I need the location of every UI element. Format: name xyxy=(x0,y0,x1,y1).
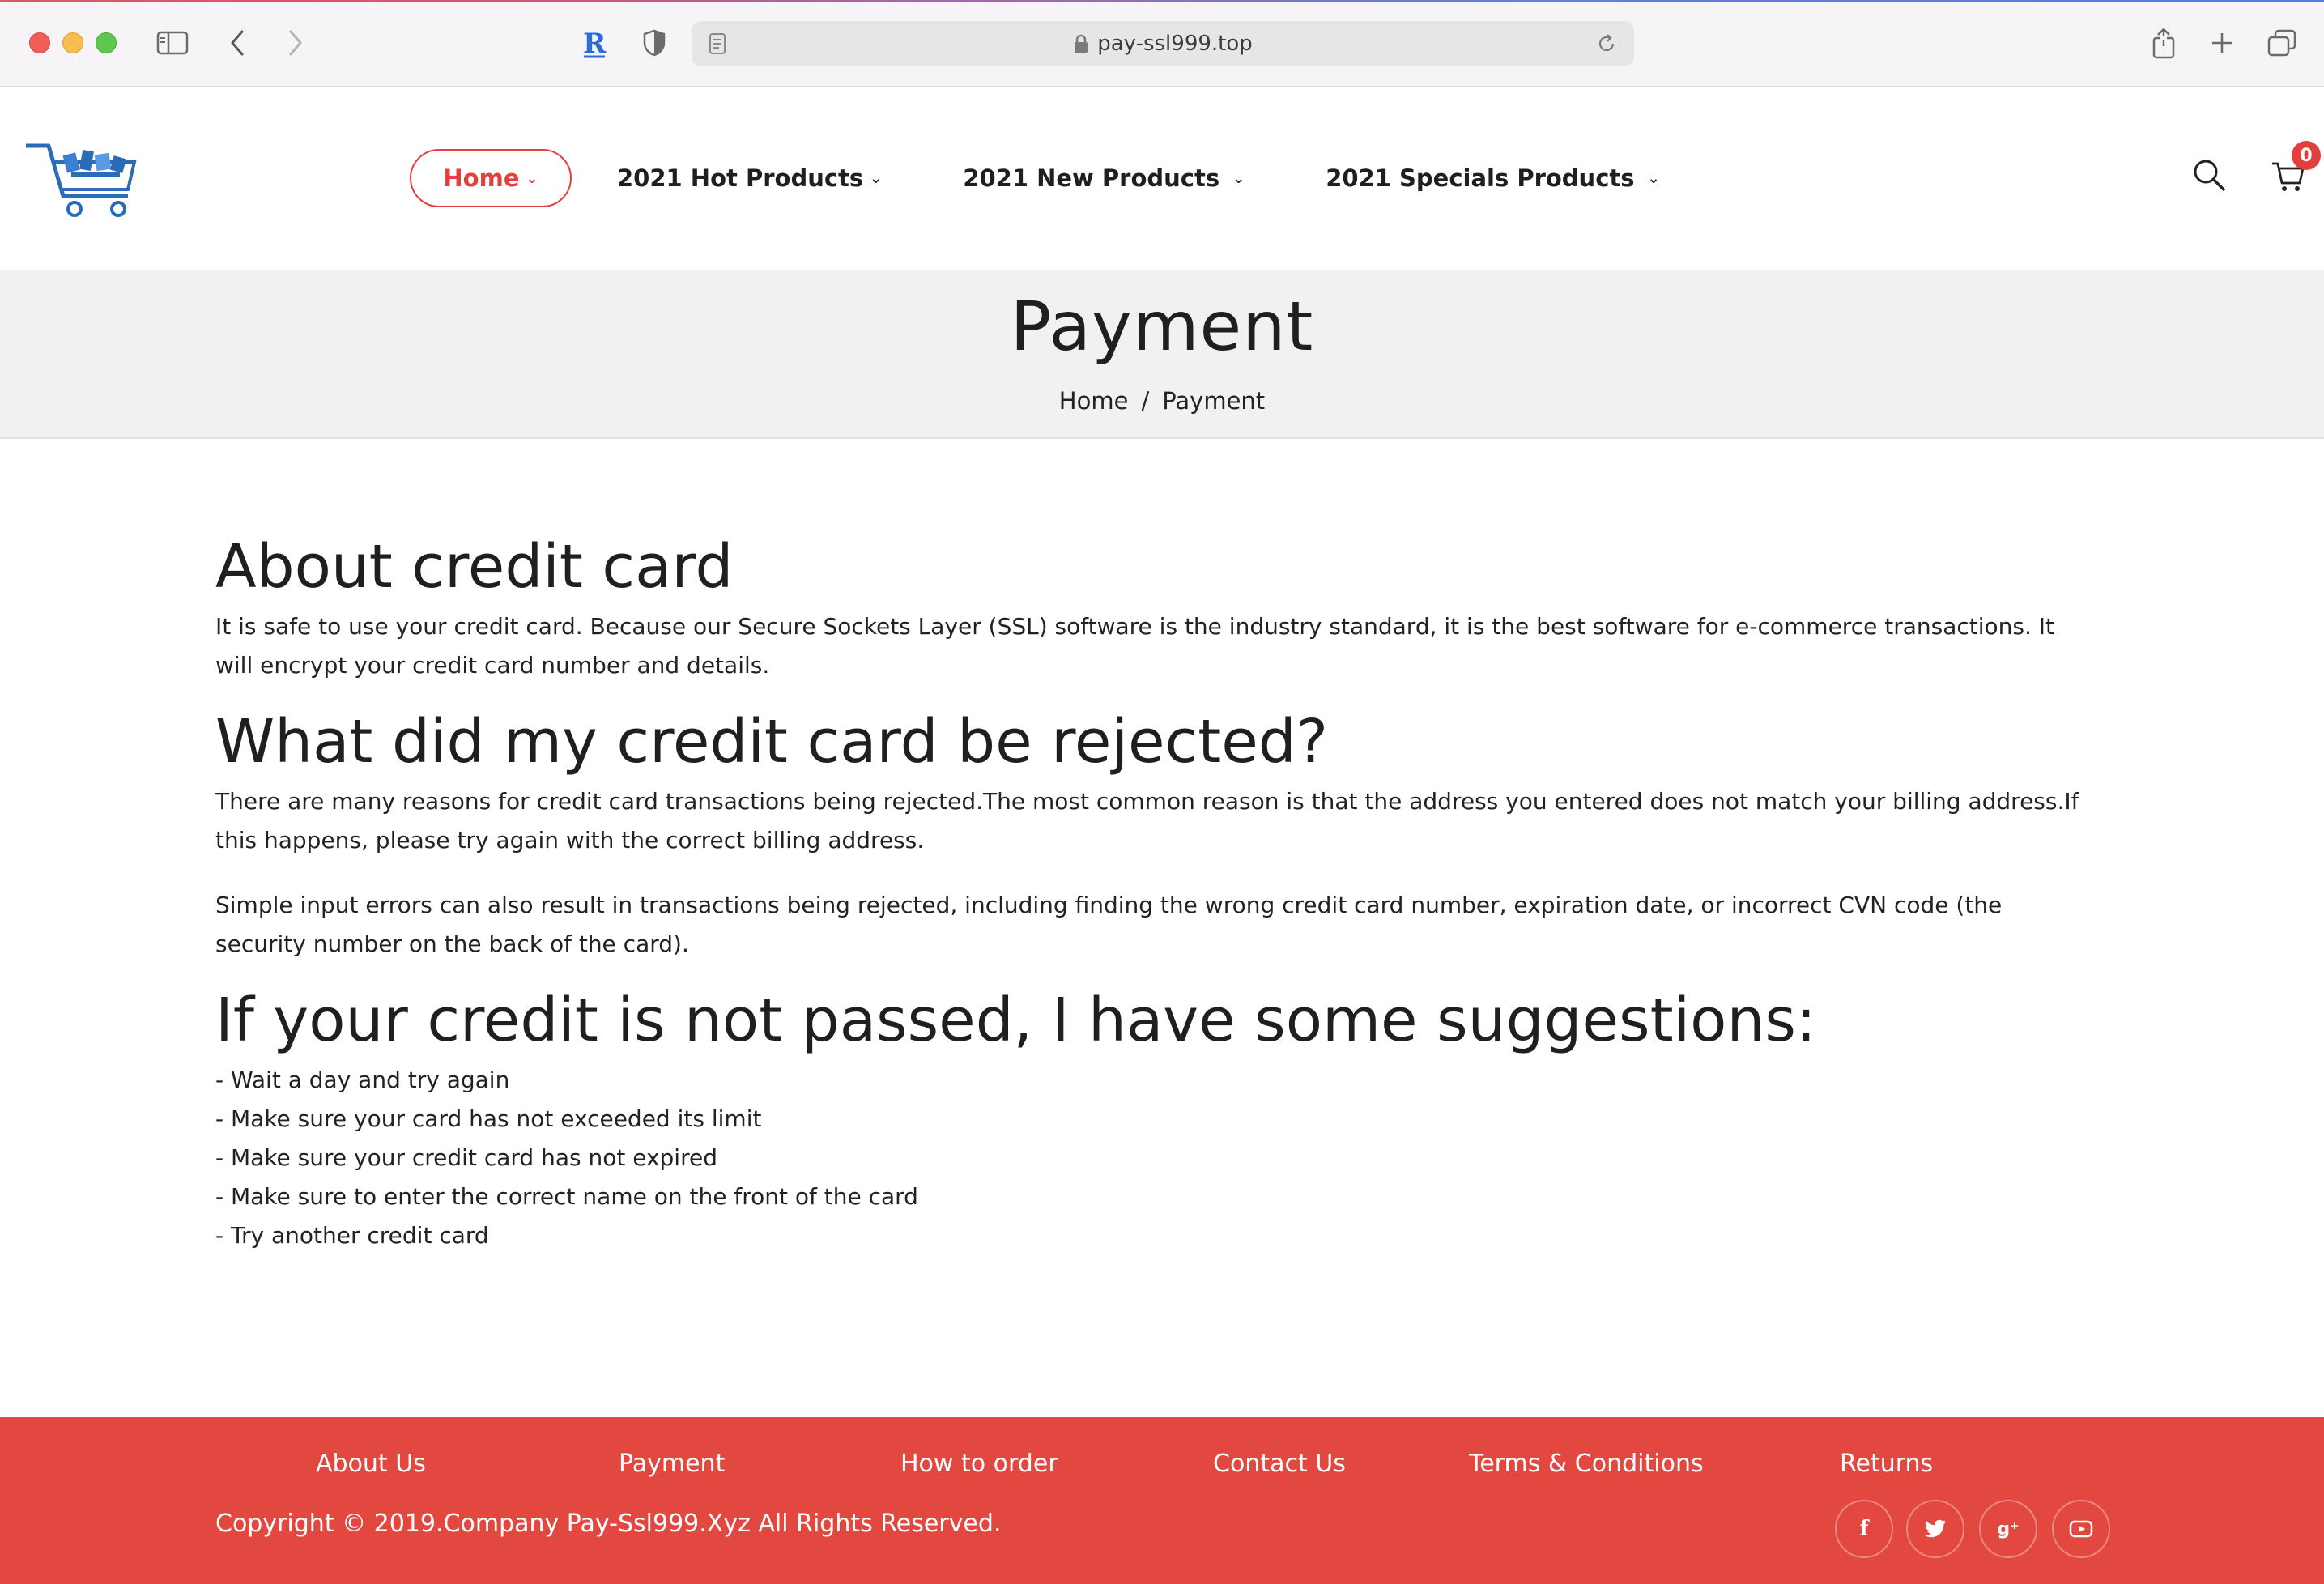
about-credit-card-heading: About credit card xyxy=(215,532,734,602)
nav-new-products[interactable]: 2021 New Products ⌄ xyxy=(963,164,1245,192)
nav-home[interactable]: Home ⌄ xyxy=(410,149,572,207)
youtube-icon[interactable] xyxy=(2052,1500,2110,1558)
browser-toolbar: R pay-ssl999.top xyxy=(0,0,2324,87)
facebook-icon[interactable]: f xyxy=(1835,1500,1893,1558)
forward-icon[interactable] xyxy=(283,23,308,63)
footer-links: About Us Payment How to order Contact Us… xyxy=(0,1450,2324,1482)
list-item: - Make sure your credit card has not exp… xyxy=(215,1144,717,1171)
tabs-overview-icon[interactable] xyxy=(2266,23,2298,63)
list-item: - Wait a day and try again xyxy=(215,1067,510,1093)
chevron-down-icon: ⌄ xyxy=(1647,169,1660,187)
card-rejected-text-2: Simple input errors can also result in t… xyxy=(215,892,2003,957)
reload-icon[interactable] xyxy=(1595,32,1618,58)
chevron-down-icon: ⌄ xyxy=(526,169,538,187)
footer-link-terms[interactable]: Terms & Conditions xyxy=(1469,1450,1704,1478)
back-icon[interactable] xyxy=(225,23,249,63)
footer-link-about-us[interactable]: About Us xyxy=(316,1450,426,1478)
window-accent-line xyxy=(0,0,2324,2)
url-text[interactable]: pay-ssl999.top xyxy=(1097,32,1253,56)
footer-link-returns[interactable]: Returns xyxy=(1840,1450,1933,1478)
nav-new-products-label: 2021 New Products xyxy=(963,164,1220,192)
main-nav: Home ⌄ 2021 Hot Products ⌄ 2021 New Prod… xyxy=(410,149,1660,207)
nav-hot-products[interactable]: 2021 Hot Products ⌄ xyxy=(617,164,882,192)
nav-home-label: Home xyxy=(443,164,520,192)
share-icon[interactable] xyxy=(2149,23,2178,63)
chevron-down-icon: ⌄ xyxy=(870,169,883,187)
zoom-window-button[interactable] xyxy=(96,32,117,53)
new-tab-icon[interactable] xyxy=(2207,23,2237,63)
address-bar[interactable]: pay-ssl999.top xyxy=(692,21,1634,66)
extension-r-icon[interactable]: R xyxy=(580,23,609,63)
suggestions-list: - Wait a day and try again - Make sure y… xyxy=(215,1061,918,1255)
breadcrumb-separator: / xyxy=(1141,387,1150,415)
list-item: - Try another credit card xyxy=(215,1222,489,1249)
list-item: - Make sure your card has not exceeded i… xyxy=(215,1105,762,1132)
footer-link-contact-us[interactable]: Contact Us xyxy=(1213,1450,1346,1478)
shopping-cart-logo[interactable] xyxy=(24,139,138,220)
privacy-shield-icon[interactable] xyxy=(640,23,669,63)
lock-icon xyxy=(1073,34,1089,53)
site-header: Home ⌄ 2021 Hot Products ⌄ 2021 New Prod… xyxy=(0,87,2324,270)
twitter-icon[interactable] xyxy=(1906,1500,1964,1558)
card-rejected-heading: What did my credit card be rejected? xyxy=(215,707,1329,777)
close-window-button[interactable] xyxy=(29,32,50,53)
card-rejected-text-1: There are many reasons for credit card t… xyxy=(215,788,2079,854)
cart-count-badge: 0 xyxy=(2292,141,2321,170)
sidebar-toggle-icon[interactable] xyxy=(154,23,191,63)
breadcrumb: Home / Payment xyxy=(0,387,2324,415)
svg-text:R: R xyxy=(583,28,607,59)
site-footer: About Us Payment How to order Contact Us… xyxy=(0,1417,2324,1584)
breadcrumb-current: Payment xyxy=(1162,387,1266,415)
page-icon[interactable] xyxy=(708,32,727,58)
page-title: Payment xyxy=(1010,287,1314,366)
list-item: - Make sure to enter the correct name on… xyxy=(215,1183,918,1210)
google-plus-icon[interactable]: g⁺ xyxy=(1979,1500,2037,1558)
about-credit-card-text: It is safe to use your credit card. Beca… xyxy=(215,613,2055,679)
copyright-text: Copyright © 2019.Company Pay-Ssl999.Xyz … xyxy=(215,1509,1002,1538)
chevron-down-icon: ⌄ xyxy=(1232,169,1245,187)
nav-specials-products[interactable]: 2021 Specials Products ⌄ xyxy=(1326,164,1659,192)
nav-hot-products-label: 2021 Hot Products xyxy=(617,164,864,192)
suggestions-heading: If your credit is not passed, I have som… xyxy=(215,986,1816,1055)
footer-link-how-to-order[interactable]: How to order xyxy=(900,1450,1058,1478)
search-icon[interactable] xyxy=(2191,157,2227,193)
nav-specials-products-label: 2021 Specials Products xyxy=(1326,164,1635,192)
minimize-window-button[interactable] xyxy=(62,32,83,53)
page-title-band: Payment Home / Payment xyxy=(0,270,2324,439)
breadcrumb-home-link[interactable]: Home xyxy=(1059,387,1129,415)
footer-link-payment[interactable]: Payment xyxy=(619,1450,725,1478)
